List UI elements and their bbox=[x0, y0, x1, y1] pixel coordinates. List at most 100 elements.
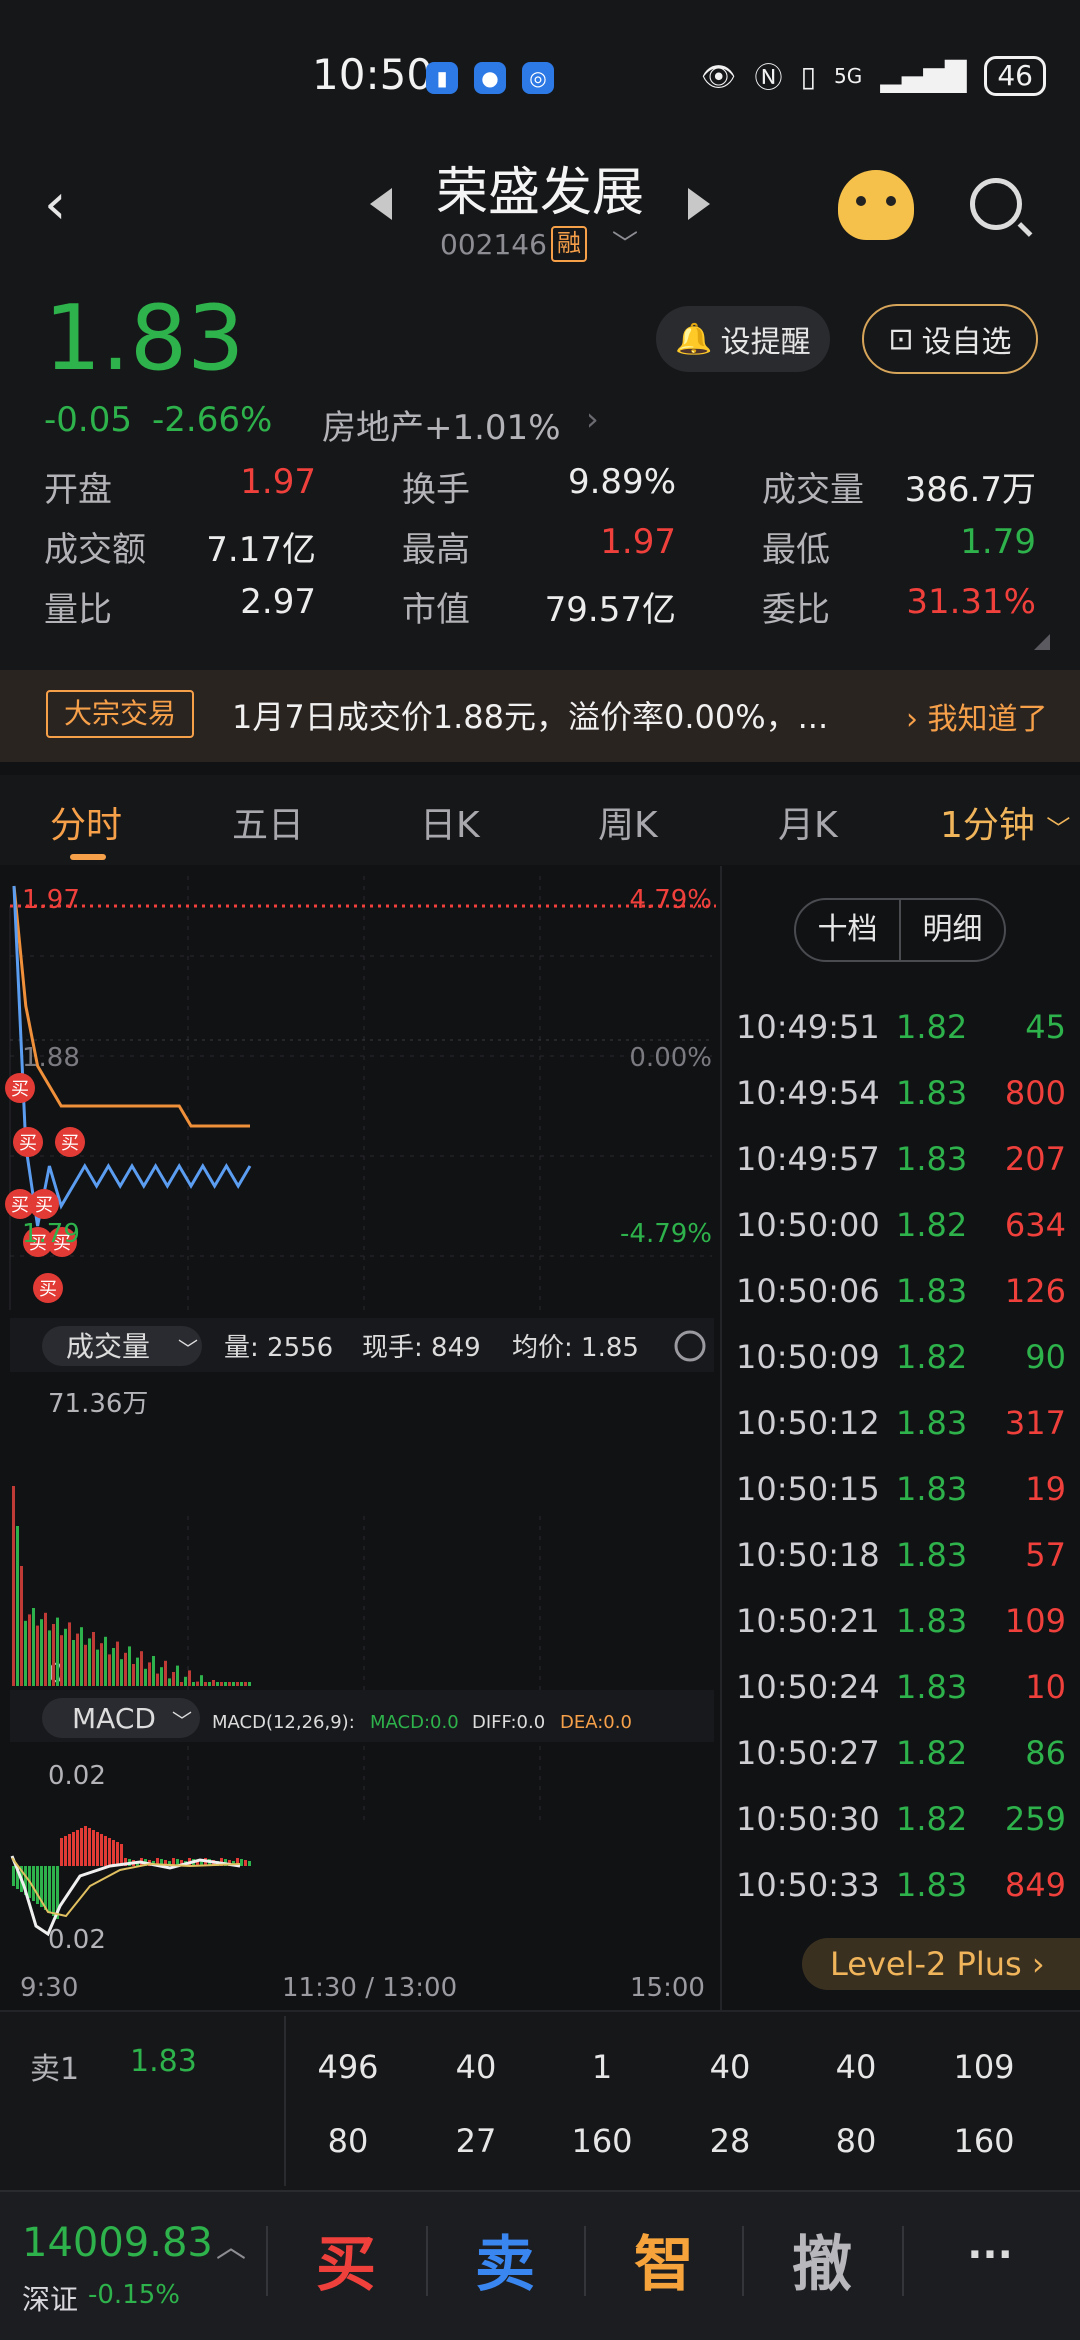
tab-monthly-k[interactable]: 月K bbox=[778, 796, 838, 848]
trade-row: 10:50:24 1.83 10 bbox=[736, 1668, 1066, 1734]
ask1-label: 卖1 bbox=[30, 2052, 80, 2087]
level2-button[interactable]: Level-2 Plus › bbox=[802, 1938, 1080, 1990]
tab-weekly-k[interactable]: 周K bbox=[598, 796, 658, 848]
chevron-down-icon[interactable]: ﹀ bbox=[612, 224, 638, 261]
trade-row: 10:50:30 1.82 259 bbox=[736, 1800, 1066, 1866]
volume-bar bbox=[64, 1628, 67, 1686]
search-icon[interactable] bbox=[970, 178, 1022, 230]
tab-one-minute[interactable]: 1分钟 ﹀ bbox=[940, 796, 1070, 848]
trade-vol: 10 bbox=[1025, 1668, 1066, 1706]
sector-link[interactable]: 房地产+1.01% bbox=[322, 400, 561, 449]
stat-label: 委比 bbox=[762, 590, 830, 630]
trade-price: 1.83 bbox=[896, 1536, 968, 1574]
volume-avg: 均价: 1.85 bbox=[512, 1333, 639, 1363]
set-alert-button[interactable]: 🔔 设提醒 bbox=[656, 306, 830, 372]
voice-app-icon: ▮ bbox=[426, 62, 458, 94]
volume-bar bbox=[120, 1659, 123, 1686]
volume-bar bbox=[28, 1614, 31, 1686]
macd-bottom-label: 0.02 bbox=[48, 1925, 106, 1955]
macd-top-label: 0.02 bbox=[48, 1761, 106, 1791]
chevron-right-icon[interactable]: › bbox=[586, 400, 599, 438]
trade-price: 1.83 bbox=[896, 1074, 968, 1112]
volume-bar bbox=[16, 1526, 19, 1686]
expand-corner-icon[interactable] bbox=[1034, 634, 1050, 650]
add-watchlist-button[interactable]: ⊡ 设自选 bbox=[862, 304, 1038, 374]
time-open-label: 9:30 bbox=[20, 1973, 78, 2003]
stat-label: 成交额 bbox=[44, 530, 146, 570]
stat-label: 最低 bbox=[762, 530, 830, 570]
index-value[interactable]: 14009.83 bbox=[22, 2220, 213, 2266]
order-book-cell: 160 bbox=[571, 2122, 633, 2160]
cancel-order-button[interactable]: 撤 bbox=[772, 2216, 872, 2303]
volume-bar bbox=[88, 1638, 91, 1686]
intraday-chart[interactable]: 买买 买买 买买 买买 1.97 1.88 1.79 4.79% 0.00% -4.7… bbox=[0, 866, 720, 2010]
tab-ten-levels[interactable]: 十档 bbox=[796, 900, 901, 960]
trade-price: 1.82 bbox=[896, 1338, 968, 1376]
macd-bar bbox=[80, 1828, 83, 1866]
depth-detail-toggle[interactable]: 十档 明细 bbox=[794, 898, 1006, 962]
index-change: -0.15% bbox=[88, 2280, 180, 2310]
trade-row: 10:49:54 1.83 800 bbox=[736, 1074, 1066, 1140]
volume-bar bbox=[176, 1665, 179, 1686]
macd-bar bbox=[76, 1830, 79, 1866]
trade-time: 10:50:24 bbox=[736, 1668, 880, 1706]
order-book-cell: 80 bbox=[327, 2122, 369, 2160]
macd-bar bbox=[32, 1866, 35, 1901]
tab-five-day[interactable]: 五日 bbox=[232, 796, 304, 848]
trade-price: 1.82 bbox=[896, 1008, 968, 1046]
volume-bar bbox=[44, 1612, 47, 1686]
trade-vol: 634 bbox=[1004, 1206, 1066, 1244]
macd-bar bbox=[104, 1836, 107, 1866]
order-book-cell: 27 bbox=[455, 2122, 497, 2160]
tab-intraday[interactable]: 分时 bbox=[50, 796, 122, 848]
tab-daily-k[interactable]: 日K bbox=[420, 796, 480, 848]
macd-bar bbox=[44, 1866, 47, 1910]
pct-low-label: -4.79% bbox=[620, 1219, 712, 1249]
stat-value: 7.17亿 bbox=[206, 530, 316, 570]
sell-button[interactable]: 卖 bbox=[455, 2216, 555, 2303]
trade-row: 10:50:00 1.82 634 bbox=[736, 1206, 1066, 1272]
stat-label: 最高 bbox=[402, 530, 470, 570]
volume-bar bbox=[68, 1622, 71, 1686]
volume-bar bbox=[32, 1608, 35, 1686]
order-book bbox=[0, 2010, 1080, 2190]
trade-vol: 849 bbox=[1004, 1866, 1066, 1904]
volume-bar bbox=[156, 1673, 159, 1686]
current-price: 1.83 bbox=[44, 286, 245, 391]
chevron-up-icon[interactable]: ︿ bbox=[216, 2222, 246, 2266]
more-button[interactable]: ··· bbox=[940, 2232, 1040, 2278]
trade-time: 10:49:51 bbox=[736, 1008, 880, 1046]
macd-bar bbox=[92, 1830, 95, 1866]
banner-ack-button[interactable]: › 我知道了 bbox=[906, 694, 1048, 738]
tab-detail[interactable]: 明细 bbox=[901, 900, 1004, 960]
svg-text:买: 买 bbox=[61, 1133, 79, 1154]
volume-bar bbox=[56, 1617, 59, 1686]
bottom-sep bbox=[584, 2226, 586, 2296]
volume-bar bbox=[232, 1682, 235, 1686]
volume-bar bbox=[52, 1624, 55, 1686]
volume-bar bbox=[184, 1676, 187, 1686]
next-stock-icon[interactable] bbox=[688, 188, 710, 220]
trade-row: 10:50:21 1.83 109 bbox=[736, 1602, 1066, 1668]
stat-label: 换手 bbox=[402, 470, 470, 510]
battery-icon: 46 bbox=[984, 56, 1046, 96]
order-book-cell: 40 bbox=[709, 2048, 751, 2086]
macd-selector-label: MACD bbox=[72, 1702, 156, 1735]
trade-vol: 800 bbox=[1004, 1074, 1066, 1112]
bell-icon: 🔔 bbox=[675, 321, 713, 357]
buy-marker: 买 bbox=[29, 1189, 59, 1219]
buy-button[interactable]: 买 bbox=[296, 2216, 396, 2303]
watchlist-icon: ⊡ bbox=[888, 321, 914, 357]
buy-marker: 买 bbox=[13, 1127, 43, 1157]
trade-time: 10:49:54 bbox=[736, 1074, 880, 1112]
volume-bar bbox=[20, 1566, 23, 1686]
set-alert-label: 设提醒 bbox=[720, 325, 811, 360]
trade-vol: 19 bbox=[1025, 1470, 1066, 1508]
macd-bar bbox=[12, 1866, 15, 1886]
smart-button[interactable]: 智 bbox=[614, 2216, 714, 2303]
price-mid-label: 1.88 bbox=[22, 1043, 80, 1073]
volume-bar bbox=[160, 1667, 163, 1686]
mascot-icon[interactable] bbox=[838, 170, 914, 240]
trade-row: 10:50:18 1.83 57 bbox=[736, 1536, 1066, 1602]
signal-icon: ▂▄▆█ bbox=[880, 59, 967, 93]
